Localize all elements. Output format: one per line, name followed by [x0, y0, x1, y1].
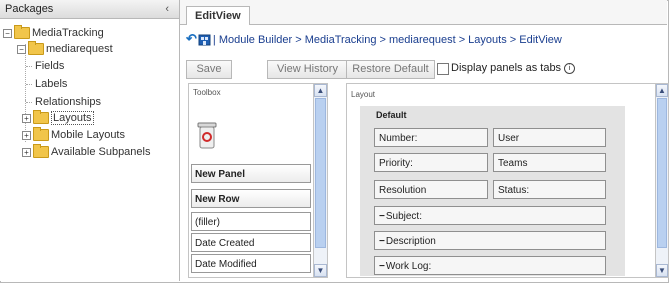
- recycle-bin-icon[interactable]: [197, 120, 217, 150]
- field-status[interactable]: Status:: [493, 180, 606, 199]
- default-panel[interactable]: Default Number: User Priority: Teams Res…: [360, 106, 625, 276]
- scroll-up-arrow-icon[interactable]: ▲: [656, 84, 668, 97]
- tab-editview[interactable]: EditView: [186, 6, 250, 25]
- folder-icon: [33, 144, 49, 159]
- toolbox-item-new-panel[interactable]: New Panel: [191, 164, 311, 183]
- scroll-down-arrow-icon[interactable]: ▼: [656, 264, 668, 277]
- save-button[interactable]: Save: [186, 60, 232, 79]
- tree-node-label: Relationships: [35, 96, 102, 108]
- tree-node-relationships[interactable]: Relationships: [26, 95, 101, 110]
- folder-icon: [14, 25, 30, 40]
- packages-title: Packages: [5, 3, 54, 15]
- display-tabs-label: Display panels as tabs i: [451, 60, 576, 77]
- tree-node-fields[interactable]: Fields: [26, 59, 64, 74]
- tree-node-label: MediaTracking: [32, 27, 104, 39]
- tree-node-label: Mobile Layouts: [51, 129, 125, 141]
- display-tabs-checkbox[interactable]: [437, 63, 449, 75]
- collapse-node-icon[interactable]: −: [3, 28, 12, 38]
- field-user[interactable]: User: [493, 128, 606, 147]
- field-number[interactable]: Number:: [374, 128, 488, 147]
- expand-node-icon[interactable]: +: [22, 130, 31, 140]
- info-icon[interactable]: i: [564, 63, 576, 74]
- field-resolution[interactable]: Resolution: [374, 180, 488, 199]
- scroll-thumb[interactable]: [657, 98, 667, 248]
- field-teams[interactable]: Teams: [493, 153, 606, 172]
- tab-bar: EditView: [180, 0, 667, 25]
- packages-panel: Packages ‹ − MediaTracking − mediarequest …: [0, 0, 180, 281]
- scroll-thumb[interactable]: [315, 98, 326, 248]
- toolbox-item-date-modified[interactable]: Date Modified: [191, 254, 311, 273]
- folder-icon: [28, 41, 44, 56]
- remove-field-icon[interactable]: −: [379, 211, 385, 222]
- tree-node-mediarequest[interactable]: − mediarequest: [17, 41, 113, 57]
- restore-default-button[interactable]: Restore Default: [346, 60, 435, 79]
- scroll-down-arrow-icon[interactable]: ▼: [314, 264, 327, 277]
- tree-node-label: Available Subpanels: [51, 146, 151, 158]
- view-history-button[interactable]: View History: [267, 60, 348, 79]
- toolbox-item-filler[interactable]: (filler): [191, 212, 311, 231]
- remove-field-icon[interactable]: −: [379, 236, 385, 247]
- toolbox-panel: Toolbox New Panel New Row (filler) Date …: [188, 83, 328, 278]
- collapse-node-icon[interactable]: −: [17, 44, 26, 54]
- panel-title: Default: [376, 110, 407, 120]
- tree-node-label: Layouts: [51, 111, 94, 125]
- collapse-panel-icon[interactable]: ‹: [165, 0, 169, 18]
- tree-node-mobile-layouts[interactable]: + Mobile Layouts: [22, 127, 125, 143]
- tree-node-layouts[interactable]: + Layouts: [22, 110, 94, 126]
- toolbox-item-new-row[interactable]: New Row: [191, 189, 311, 208]
- tree-node-mediatracking[interactable]: − MediaTracking: [3, 25, 104, 41]
- tree-node-label: mediarequest: [46, 43, 113, 55]
- toolbox-title: Toolbox: [193, 88, 221, 97]
- layout-panel: Layout Default Number: User Priority: Te…: [346, 83, 669, 278]
- remove-field-icon[interactable]: −: [379, 261, 385, 272]
- field-work-log[interactable]: −Work Log:: [374, 256, 606, 275]
- layout-scrollbar[interactable]: ▲ ▼: [655, 84, 668, 277]
- field-priority[interactable]: Priority:: [374, 153, 488, 172]
- toolbar: Save View History Restore Default Displa…: [186, 60, 664, 79]
- scroll-up-arrow-icon[interactable]: ▲: [314, 84, 327, 97]
- toolbox-item-date-created[interactable]: Date Created: [191, 233, 311, 252]
- back-arrow-icon[interactable]: ↶: [186, 31, 197, 47]
- toolbox-scrollbar[interactable]: ▲ ▼: [313, 84, 327, 277]
- expand-node-icon[interactable]: +: [22, 113, 31, 123]
- home-icon[interactable]: [198, 34, 211, 46]
- expand-node-icon[interactable]: +: [22, 147, 31, 157]
- folder-icon: [33, 127, 49, 142]
- breadcrumb-path[interactable]: | Module Builder > MediaTracking > media…: [213, 34, 562, 46]
- field-subject[interactable]: −Subject:: [374, 206, 606, 225]
- tree-node-label: Fields: [35, 60, 65, 72]
- folder-icon: [33, 110, 49, 125]
- packages-header: Packages ‹: [0, 0, 179, 19]
- field-description[interactable]: −Description: [374, 231, 606, 250]
- breadcrumb: ↶ | Module Builder > MediaTracking > medi…: [186, 31, 562, 47]
- layout-title: Layout: [351, 90, 376, 99]
- tree-node-label: Labels: [35, 78, 68, 90]
- editview-area: EditView ↶ | Module Builder > MediaTracki…: [180, 0, 669, 281]
- tree-node-available-subpanels[interactable]: + Available Subpanels: [22, 144, 151, 160]
- tree-node-labels[interactable]: Labels: [26, 77, 67, 92]
